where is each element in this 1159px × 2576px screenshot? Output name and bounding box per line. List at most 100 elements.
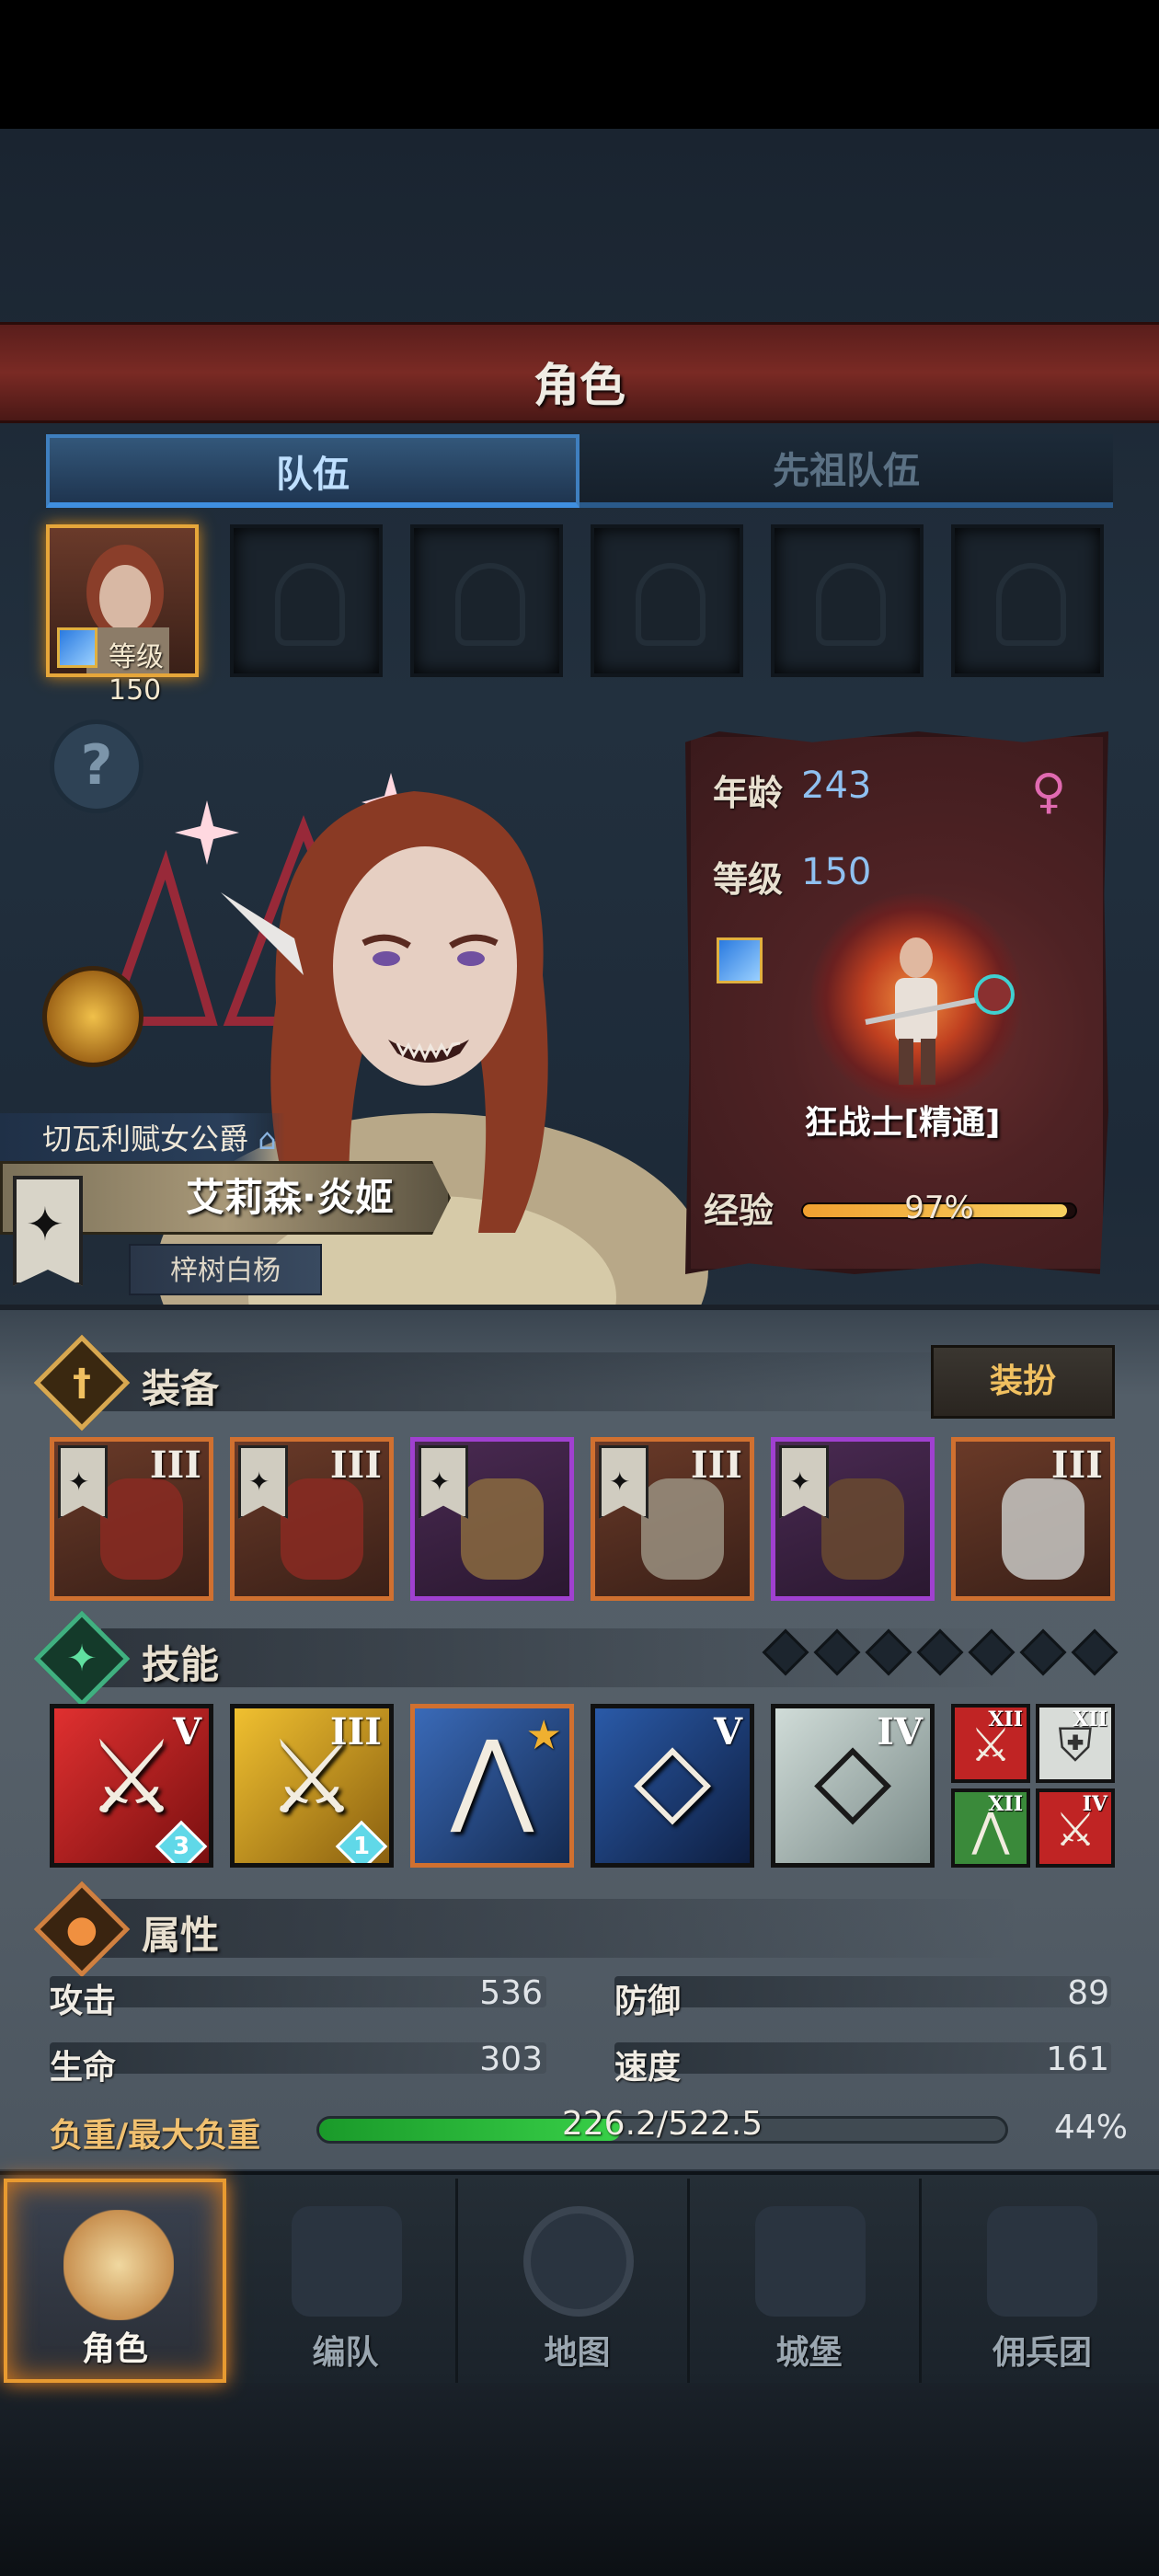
hp-label: 生命	[50, 2049, 117, 2087]
castle-icon	[755, 2206, 866, 2317]
nav-mercenary[interactable]: 佣兵团	[931, 2179, 1153, 2383]
skill-rank: IV	[877, 1710, 923, 1754]
female-gender-icon: ♀	[1031, 765, 1067, 820]
equipment-rank: III	[149, 1443, 201, 1487]
equipment-title: 装备	[142, 1366, 220, 1411]
party-slot-4[interactable]	[591, 524, 743, 677]
equipment-header-band	[101, 1352, 1021, 1411]
passive-skill-2[interactable]: ⛨ XII	[1036, 1704, 1115, 1783]
clan-flag-icon: ✦	[779, 1445, 829, 1519]
empty-helmet-icon	[816, 563, 886, 646]
equipment-slot-4[interactable]: ✦ III	[591, 1437, 754, 1601]
skill-gem-slots	[760, 1628, 1119, 1676]
berserker-figure-icon	[865, 937, 1015, 1085]
equipment-item-icon	[100, 1478, 183, 1580]
mercenary-icon	[987, 2206, 1097, 2317]
empty-helmet-icon	[636, 563, 706, 646]
passive-skill-4[interactable]: ⚔ IV	[1036, 1788, 1115, 1868]
skill-slot-2[interactable]: ⚔ III 1	[230, 1704, 394, 1868]
party-slot-1[interactable]: 等级150	[46, 524, 199, 707]
compass-map-icon	[523, 2206, 634, 2317]
attributes-header-band	[101, 1899, 1021, 1958]
hp-value: 303	[479, 2041, 543, 2078]
gem-slot[interactable]	[968, 1628, 1016, 1676]
party-slot-level: 等级150	[109, 641, 164, 707]
skills-title: 技能	[142, 1642, 220, 1687]
gem-slot[interactable]	[865, 1628, 912, 1676]
class-rank-icon	[717, 937, 763, 983]
status-bar-area	[0, 0, 1159, 129]
skill-slot-3[interactable]: ⋀ ★	[410, 1704, 574, 1868]
empty-helmet-icon	[275, 563, 345, 646]
party-slot-2[interactable]	[230, 524, 383, 677]
equipment-slot-3[interactable]: ✦	[410, 1437, 574, 1601]
passive-skill-1[interactable]: ⚔ XII	[951, 1704, 1030, 1783]
skill-rank: III	[329, 1710, 382, 1754]
skill-slot-4[interactable]: ◇ V	[591, 1704, 754, 1868]
equipment-item-icon	[281, 1478, 363, 1580]
empty-helmet-icon	[996, 563, 1066, 646]
clan-banner: ✦	[13, 1176, 83, 1286]
weight-label: 负重/最大负重	[50, 2117, 261, 2155]
gem-slot[interactable]	[916, 1628, 964, 1676]
gem-slot[interactable]	[1071, 1628, 1119, 1676]
clan-flag-icon: ✦	[58, 1445, 108, 1519]
party-slot-6[interactable]	[951, 524, 1104, 677]
class-emblem[interactable]	[810, 893, 1022, 1105]
star-icon: ✦	[66, 1638, 98, 1680]
equipment-rank: III	[329, 1443, 382, 1487]
skill-slot-1[interactable]: ⚔ V 3	[50, 1704, 213, 1868]
tab-ancestor-team[interactable]: 先祖队伍	[580, 434, 1113, 508]
equipment-item-icon	[461, 1478, 544, 1580]
character-title: 切瓦利赋女公爵 ⌂	[0, 1113, 285, 1165]
weight-percent: 44%	[1053, 2109, 1128, 2146]
page-title: 角色	[534, 359, 625, 412]
nav-castle[interactable]: 城堡	[699, 2179, 922, 2383]
person-icon: ●	[65, 1908, 98, 1950]
party-slot-5[interactable]	[771, 524, 924, 677]
equipment-item-icon	[641, 1478, 724, 1580]
exp-percent: 97%	[904, 1190, 974, 1226]
speed-value: 161	[1046, 2041, 1109, 2078]
equipment-slot-6[interactable]: III	[951, 1437, 1115, 1601]
gem-slot[interactable]	[762, 1628, 809, 1676]
level-value: 150	[801, 851, 872, 893]
exp-label: 经验	[704, 1190, 775, 1231]
tab-team[interactable]: 队伍	[46, 434, 580, 508]
equipment-slot-1[interactable]: ✦ III	[50, 1437, 213, 1601]
gem-slot[interactable]	[1019, 1628, 1067, 1676]
character-info-card: 年龄 243 ♀ 等级 150 狂战士[精通] 经验 97%	[685, 731, 1108, 1274]
equipment-slot-2[interactable]: ✦ III	[230, 1437, 394, 1601]
nav-formation[interactable]: 编队	[235, 2179, 458, 2383]
nav-map[interactable]: 地图	[467, 2179, 690, 2383]
clan-flag-icon: ✦	[419, 1445, 468, 1519]
home-icon: ⌂	[258, 1121, 277, 1156]
skill-slot-5[interactable]: ◇ IV	[771, 1704, 935, 1868]
level-label: 等级	[713, 859, 784, 900]
party-slot-3[interactable]	[410, 524, 563, 677]
helmet-icon	[292, 2206, 402, 2317]
gem-slot[interactable]	[813, 1628, 861, 1676]
empty-helmet-icon	[455, 563, 525, 646]
weight-value: 226.2/522.5	[561, 2105, 763, 2143]
knight-icon	[63, 2210, 174, 2320]
equipment-rank: III	[690, 1443, 742, 1487]
skill-rank: V	[172, 1710, 201, 1754]
class-badge-icon	[57, 627, 98, 668]
dress-up-button[interactable]: 装扮	[931, 1345, 1115, 1419]
defense-label: 防御	[614, 1983, 682, 2020]
equipment-item-icon	[821, 1478, 904, 1580]
age-label: 年龄	[713, 773, 784, 813]
skill-rank: V	[713, 1710, 742, 1754]
equipment-rank: III	[1050, 1443, 1103, 1487]
age-value: 243	[801, 765, 872, 807]
equipment-slot-5[interactable]: ✦	[771, 1437, 935, 1601]
clan-flag-icon: ✦	[599, 1445, 648, 1519]
passive-skill-3[interactable]: ⋀ XII	[951, 1788, 1030, 1868]
potion-icon[interactable]	[42, 966, 143, 1067]
attributes-title: 属性	[142, 1913, 220, 1958]
title-bar: 角色	[0, 322, 1159, 423]
attack-value: 536	[479, 1974, 543, 2012]
attack-label: 攻击	[50, 1983, 117, 2020]
nav-character[interactable]: 角色	[4, 2179, 226, 2383]
